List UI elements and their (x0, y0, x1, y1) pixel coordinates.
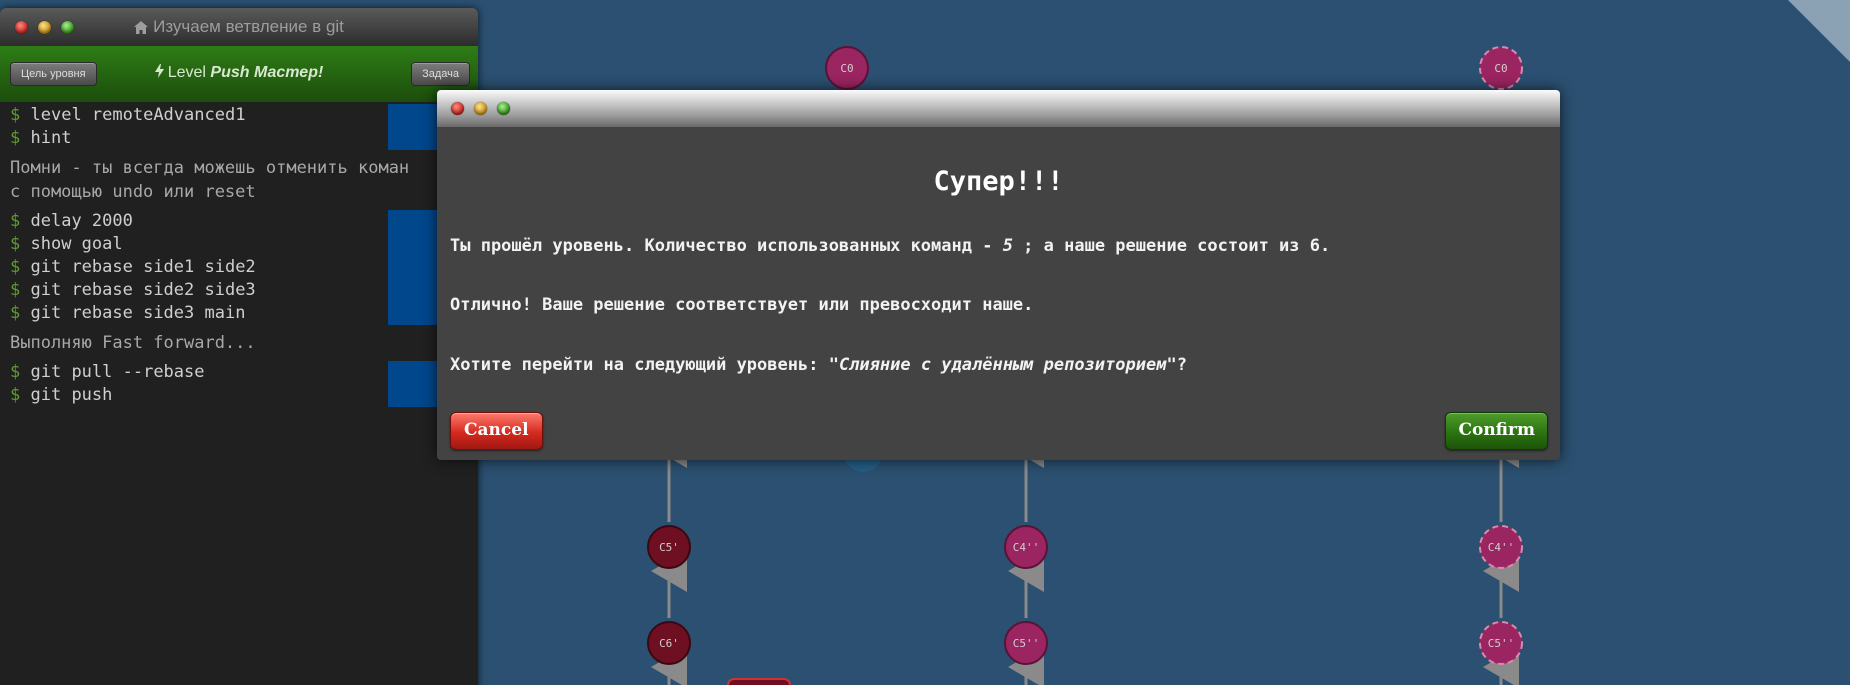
command-text: delay 2000 (30, 211, 133, 231)
message-line: с помощью undo или reset (10, 182, 256, 202)
command-line: $ git push (10, 384, 478, 407)
command-line: $ hint (10, 127, 478, 150)
command-block: $ delay 2000 $ show goal $ git rebase side… (10, 210, 478, 325)
solution-quality-text: Отлично! Ваше решение соответствует или … (450, 295, 1034, 315)
commit-label: C5'' (1488, 637, 1515, 650)
result-text: Ты прошёл уровень. Количество использова… (450, 236, 1330, 256)
command-text: git rebase side1 side2 (30, 257, 256, 277)
prompt-symbol: $ (10, 128, 21, 148)
commit-label: C0 (1494, 62, 1507, 75)
prompt-symbol: $ (10, 105, 21, 125)
prompt-symbol: $ (10, 362, 21, 382)
prompt-symbol: $ (10, 385, 21, 405)
graph-edges (651, 426, 1519, 685)
message-line: Выполняю Fast forward... (10, 333, 256, 353)
terminal-message: Выполняю Fast forward... (10, 331, 478, 355)
bolt-icon (154, 64, 164, 78)
command-text: show goal (30, 234, 123, 254)
commit-node[interactable]: C0 (825, 46, 869, 90)
command-block: $ level remoteAdvanced1 $ hint (10, 104, 478, 150)
commit-node[interactable]: C5' (647, 525, 691, 569)
result-text-prefix: Ты прошёл уровень. Количество использова… (450, 236, 1003, 256)
commit-label: C4'' (1488, 541, 1515, 554)
confirm-button[interactable]: Confirm (1445, 412, 1548, 450)
commit-node[interactable]: C0 (1479, 46, 1523, 90)
command-text: git pull --rebase (30, 362, 205, 382)
home-icon (134, 21, 149, 34)
command-line: $ git rebase side1 side2 (10, 256, 478, 279)
command-text: git rebase side2 side3 (30, 280, 256, 300)
prompt-symbol: $ (10, 234, 21, 254)
dialog-maximize-icon[interactable] (497, 102, 510, 115)
terminal-output: $ level remoteAdvanced1 $ hint Помни - ты … (0, 102, 478, 407)
task-button[interactable]: Задача (411, 62, 470, 86)
commit-node[interactable]: C6' (647, 621, 691, 665)
dialog-close-icon[interactable] (451, 102, 464, 115)
next-level-question: Хотите перейти на следующий уровень: "Сл… (450, 355, 1187, 375)
command-text: git push (30, 385, 113, 405)
terminal-window: Изучаем ветвление в git Цель уровня Leve… (0, 8, 478, 685)
command-text: hint (30, 128, 72, 148)
commit-label: C0 (840, 62, 853, 75)
commit-label: C4'' (1013, 541, 1040, 554)
command-block: $ git pull --rebase $ git push (10, 361, 478, 407)
terminal-message: Помни - ты всегда можешь отменить коман с… (10, 156, 478, 204)
next-level-prefix: Хотите перейти на следующий уровень: (450, 355, 829, 375)
terminal-title: Изучаем ветвление в git (0, 17, 478, 37)
terminal-title-text: Изучаем ветвление в git (153, 17, 344, 36)
next-level-name: "Слияние с удалённым репозиторием" (828, 355, 1177, 375)
command-line: $ show goal (10, 233, 478, 256)
command-text: level remoteAdvanced1 (30, 105, 246, 125)
message-line: Помни - ты всегда можешь отменить коман (10, 158, 410, 178)
level-title: Level Push Мастер! (0, 63, 478, 82)
prompt-symbol: $ (10, 303, 21, 323)
result-text-suffix: ; а наше решение состоит из 6. (1012, 236, 1331, 256)
dialog-window-controls (451, 102, 510, 115)
command-line: $ git rebase side3 main (10, 302, 478, 325)
commit-node[interactable]: C5'' (1479, 621, 1523, 665)
commit-label: C6' (659, 637, 679, 650)
cancel-button[interactable]: Cancel (450, 412, 543, 450)
prompt-symbol: $ (10, 211, 21, 231)
command-line: $ git pull --rebase (10, 361, 478, 384)
app-stage: C0 C0 C5' C6' C4'' C5'' C4'' C5'' Изучаем ветвл… (0, 0, 1850, 685)
commit-node[interactable]: C4'' (1004, 525, 1048, 569)
commit-node[interactable]: C4'' (1479, 525, 1523, 569)
command-line: $ level remoteAdvanced1 (10, 104, 478, 127)
command-count: 5 (1002, 236, 1013, 256)
commit-label: C5' (659, 541, 679, 554)
level-prefix: Level (167, 64, 206, 81)
dialog-minimize-icon[interactable] (474, 102, 487, 115)
dialog-title-bar (437, 90, 1560, 127)
level-name: Push Мастер! (210, 64, 324, 81)
prompt-symbol: $ (10, 280, 21, 300)
command-line: $ git rebase side2 side3 (10, 279, 478, 302)
prompt-symbol: $ (10, 257, 21, 277)
level-bar: Цель уровня Level Push Мастер! Задача (0, 46, 478, 102)
command-text: git rebase side3 main (30, 303, 246, 323)
terminal-title-bar: Изучаем ветвление в git (0, 8, 478, 46)
commit-node[interactable]: C5'' (1004, 621, 1048, 665)
branch-label-partial (727, 678, 791, 685)
commit-label: C5'' (1013, 637, 1040, 650)
next-level-suffix: ? (1176, 355, 1187, 375)
level-complete-dialog: Супер!!! Ты прошёл уровень. Количество и… (437, 90, 1560, 460)
dialog-heading: Супер!!! (933, 166, 1064, 197)
command-line: $ delay 2000 (10, 210, 478, 233)
